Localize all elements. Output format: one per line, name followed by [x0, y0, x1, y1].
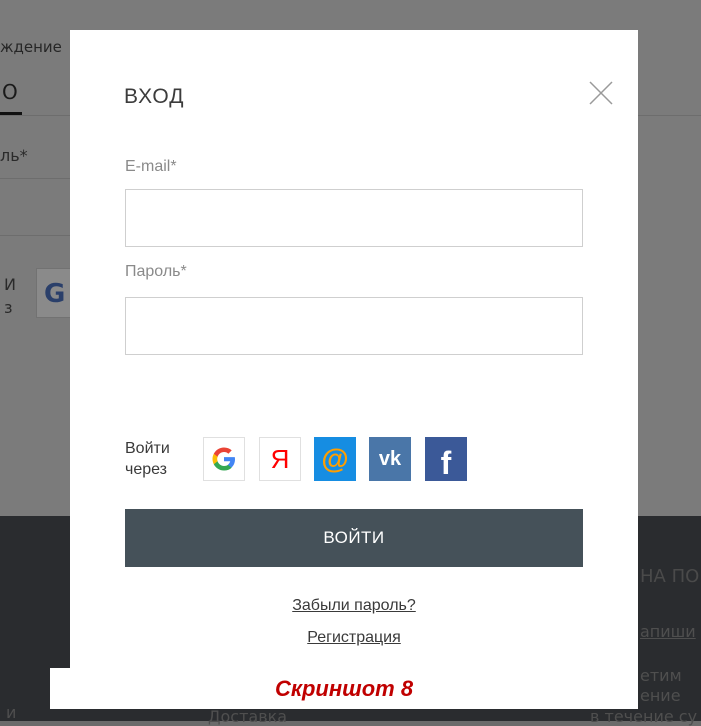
bg-input-border-2	[0, 235, 70, 236]
bg-tab-label: О	[2, 80, 18, 104]
email-label: E-mail*	[125, 158, 177, 175]
bg-password-label: ль*	[0, 146, 28, 165]
yandex-icon: Я	[270, 443, 290, 474]
facebook-icon: f	[440, 444, 452, 481]
screenshot-caption: Скриншот 8	[50, 668, 638, 709]
login-modal: ВХОД E-mail* Пароль* Войти через Я @ vk …	[70, 30, 638, 670]
google-login-button[interactable]	[203, 437, 245, 481]
register-link[interactable]: Регистрация	[70, 629, 638, 647]
password-label: Пароль*	[125, 263, 187, 280]
email-field[interactable]	[125, 189, 583, 247]
bg-bottom-left: и	[6, 703, 17, 722]
mailru-login-button[interactable]: @	[314, 437, 356, 481]
modal-title: ВХОД	[124, 85, 185, 108]
mailru-icon: @	[321, 443, 349, 474]
login-submit-button[interactable]: ВОЙТИ	[125, 509, 583, 567]
bg-via-line2: з	[4, 298, 13, 317]
social-label-line2: через	[125, 461, 168, 478]
close-icon	[589, 81, 613, 105]
bg-input-border	[0, 178, 70, 179]
bg-right-text3: в течение су	[590, 707, 698, 726]
vk-login-button[interactable]: vk	[369, 437, 411, 481]
forgot-password-link[interactable]: Забыли пароль?	[70, 597, 638, 615]
bg-birth-tab: ждение	[0, 38, 62, 56]
yandex-login-button[interactable]: Я	[259, 437, 301, 481]
facebook-login-button[interactable]: f	[425, 437, 467, 481]
google-icon	[212, 447, 235, 471]
bg-bottom-center: Доставка	[208, 707, 288, 726]
social-label-line1: Войти	[125, 440, 170, 457]
social-login-label: Войти через	[125, 438, 195, 480]
bg-right-text1: етим	[640, 666, 682, 685]
bg-right-link: апиши	[640, 622, 696, 641]
bg-right-heading: НА ПО	[640, 566, 700, 587]
bg-right-text2: ение	[640, 686, 681, 705]
password-field[interactable]	[125, 297, 583, 355]
vk-icon: vk	[378, 447, 402, 470]
bg-divider-right	[638, 115, 701, 116]
bg-via-line1: И	[4, 275, 16, 294]
close-button[interactable]	[588, 80, 614, 106]
bg-divider	[0, 115, 70, 116]
